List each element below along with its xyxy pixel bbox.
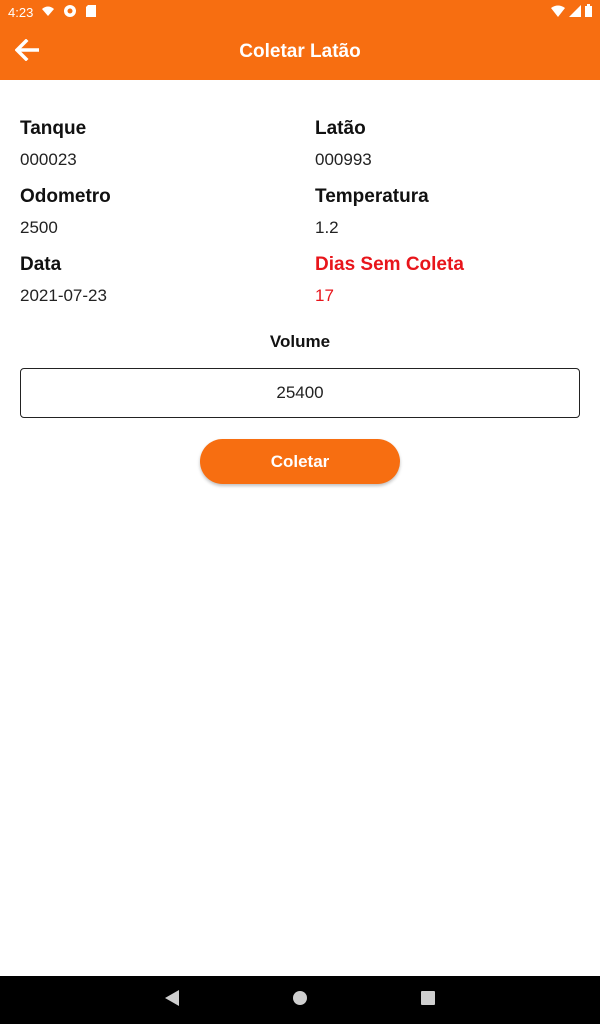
field-label-latao: Latão: [315, 118, 366, 139]
field-value-odometro: 2500: [20, 218, 58, 237]
field-label-odometro: Odometro: [20, 186, 111, 207]
nav-recents-button[interactable]: [414, 986, 442, 1014]
home-circle-icon: [292, 990, 308, 1011]
field-label-temperatura: Temperatura: [315, 186, 429, 207]
back-triangle-icon: [164, 989, 180, 1012]
field-tanque: Tanque 000023: [20, 118, 290, 170]
page-title: Coletar Latão: [239, 41, 361, 62]
signal-icon: [569, 4, 581, 20]
app-notification-icon: [63, 4, 77, 21]
status-bar: 4:23: [0, 0, 600, 24]
status-time: 4:23: [8, 4, 34, 20]
field-data: Data 2021-07-23: [20, 254, 290, 306]
field-label-tanque: Tanque: [20, 118, 87, 139]
nav-home-button[interactable]: [286, 986, 314, 1014]
arrow-back-icon: [14, 38, 41, 66]
volume-input[interactable]: 25400: [20, 368, 580, 418]
battery-icon: [585, 4, 592, 20]
field-label-dias-sem-coleta: Dias Sem Coleta: [315, 254, 464, 275]
app-bar: Coletar Latão: [0, 24, 600, 80]
status-left: 4:23: [8, 4, 97, 21]
field-value-dias-sem-coleta: 17: [315, 286, 334, 305]
status-right: [551, 4, 592, 20]
volume-label: Volume: [269, 332, 331, 351]
field-odometro: Odometro 2500: [20, 186, 290, 238]
field-value-data: 2021-07-23: [20, 286, 107, 305]
field-value-latao: 000993: [315, 150, 372, 169]
sd-card-icon: [85, 4, 97, 21]
field-latao: Latão 000993: [315, 118, 585, 170]
collect-button[interactable]: Coletar: [200, 439, 400, 484]
field-value-temperatura: 1.2: [315, 218, 339, 237]
field-value-tanque: 000023: [20, 150, 77, 169]
wifi-calling-icon: [41, 5, 55, 20]
nav-back-button[interactable]: [158, 986, 186, 1014]
field-temperatura: Temperatura 1.2: [315, 186, 585, 238]
system-nav-bar: [0, 976, 600, 1024]
field-dias-sem-coleta: Dias Sem Coleta 17: [315, 254, 585, 306]
back-button[interactable]: [8, 32, 48, 72]
recents-square-icon: [420, 990, 436, 1011]
field-label-data: Data: [20, 254, 62, 275]
wifi-icon: [551, 5, 565, 20]
